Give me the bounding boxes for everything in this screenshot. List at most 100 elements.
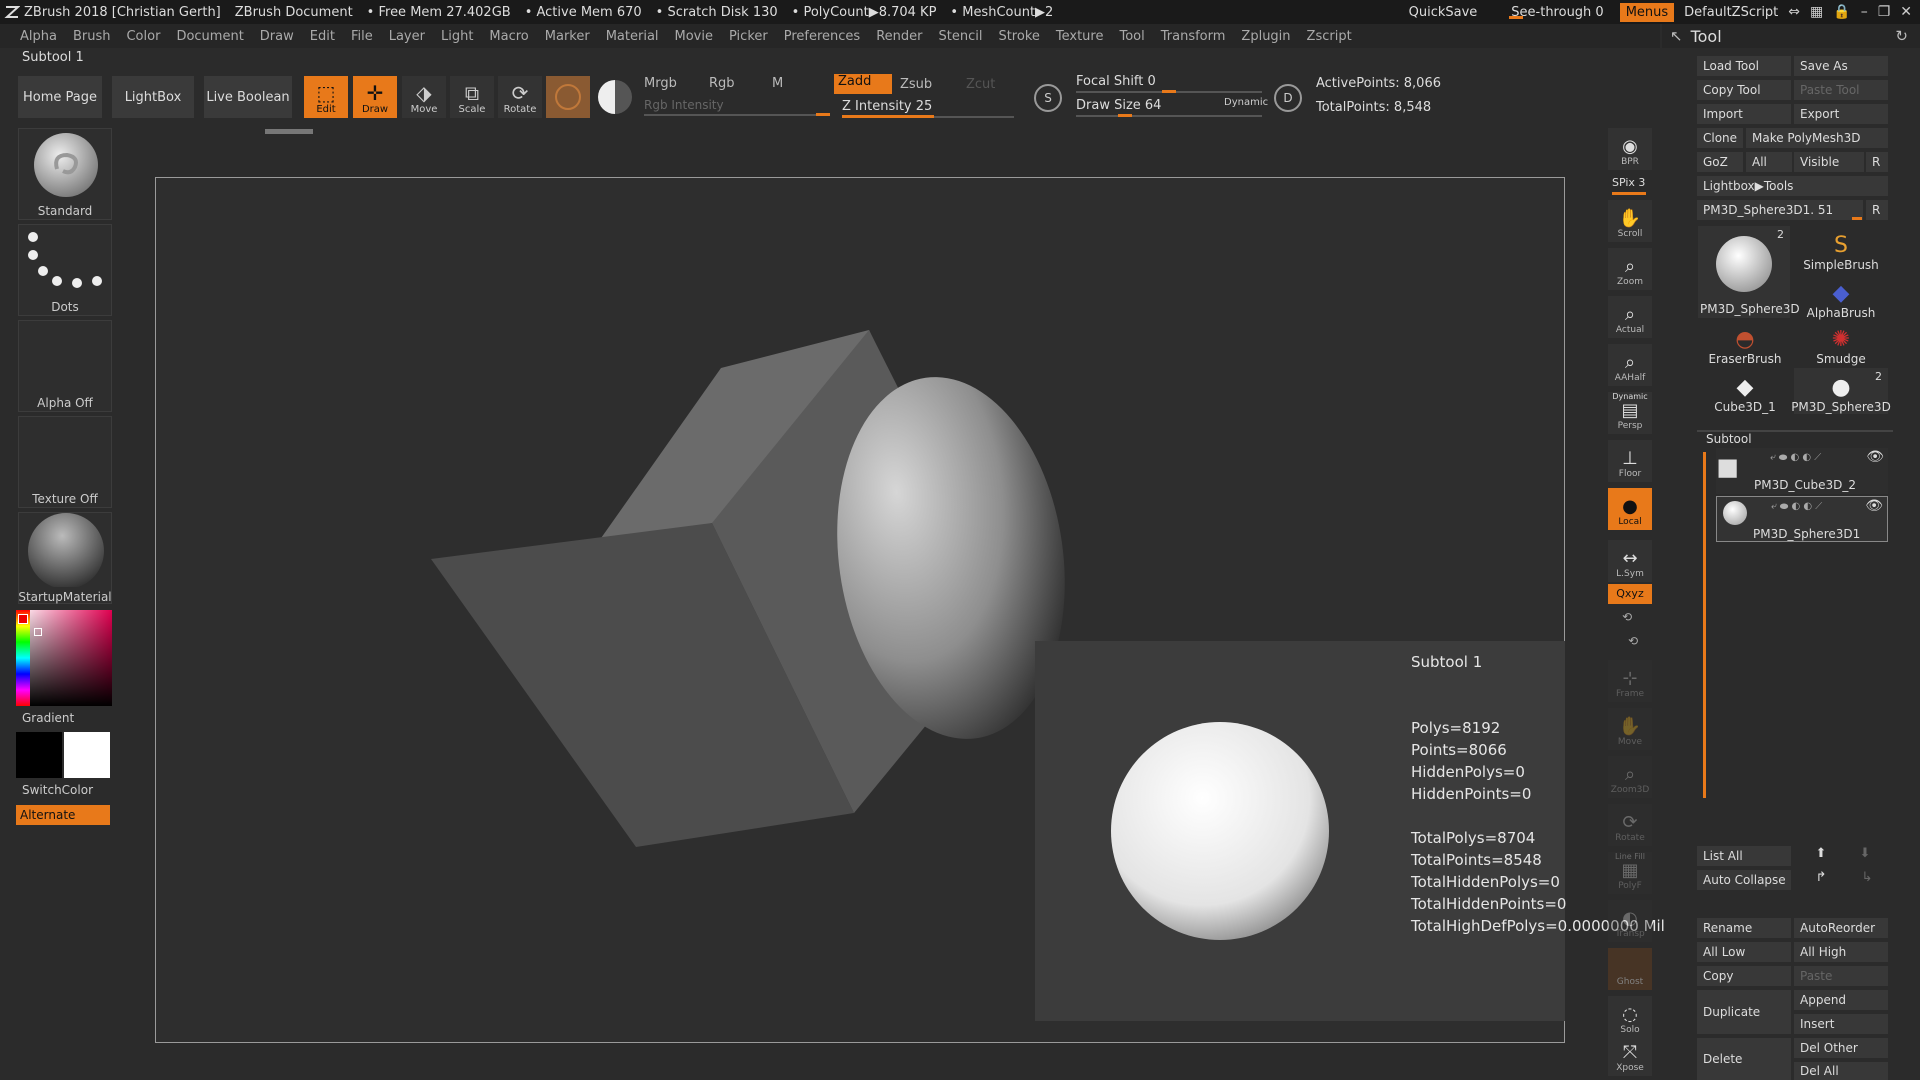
current-tool-r-button[interactable]: R	[1866, 200, 1888, 220]
clone-button[interactable]: Clone	[1697, 128, 1743, 148]
quicksave-button[interactable]: QuickSave	[1409, 5, 1478, 20]
actual-button[interactable]: ⌕ Actual	[1608, 296, 1652, 338]
insert-button[interactable]: Insert	[1794, 1014, 1888, 1034]
menu-texture[interactable]: Texture	[1056, 29, 1104, 44]
menu-preferences[interactable]: Preferences	[784, 29, 860, 44]
rgb-intensity-slider[interactable]: Rgb Intensity	[644, 98, 724, 112]
current-tool-slider[interactable]: PM3D_Sphere3D1. 51	[1697, 200, 1863, 220]
menu-picker[interactable]: Picker	[729, 29, 768, 44]
lsym-button[interactable]: ↔ L.Sym	[1608, 540, 1652, 582]
lock-icon[interactable]: 🔒	[1833, 4, 1850, 20]
tool-thumb-smudge[interactable]: ✺ Smudge	[1794, 320, 1888, 366]
polyf-button[interactable]: Line Fill ▦ PolyF	[1608, 852, 1652, 894]
menu-brush[interactable]: Brush	[73, 29, 111, 44]
menu-alpha[interactable]: Alpha	[20, 29, 57, 44]
alternate-button[interactable]: Alternate	[16, 805, 110, 825]
menu-material[interactable]: Material	[606, 29, 659, 44]
solo-button[interactable]: ◌ Solo	[1608, 996, 1652, 1038]
del-other-button[interactable]: Del Other	[1794, 1038, 1888, 1058]
current-tool-slider-thumb[interactable]	[1852, 217, 1862, 220]
minimize-icon[interactable]: –	[1861, 4, 1868, 20]
m-button[interactable]: M	[772, 76, 783, 91]
aahalf-button[interactable]: ⌕ AAHalf	[1608, 344, 1652, 386]
tool-palette-header[interactable]: ↖ Tool ↻	[1662, 24, 1920, 48]
menu-tool[interactable]: Tool	[1119, 29, 1144, 44]
subtool-row-toggles-icon[interactable]: ⤶ ⬬ ◐ ◐ ⟋	[1770, 452, 1821, 463]
menu-color[interactable]: Color	[126, 29, 160, 44]
menu-draw[interactable]: Draw	[260, 29, 294, 44]
delete-button[interactable]: Delete	[1697, 1038, 1791, 1080]
zadd-button[interactable]: Zadd	[834, 74, 892, 94]
zsub-button[interactable]: Zsub	[900, 77, 932, 92]
subtool-eye-icon[interactable]: 👁	[1866, 449, 1884, 465]
layout-icon[interactable]: ⇔	[1788, 4, 1800, 20]
rename-button[interactable]: Rename	[1697, 918, 1791, 938]
menu-edit[interactable]: Edit	[310, 29, 335, 44]
focal-shift-thumb[interactable]	[1162, 90, 1176, 93]
z-intensity-slider[interactable]: Z Intensity 25	[842, 99, 932, 114]
draw-size-slider[interactable]: Draw Size 64	[1076, 98, 1161, 113]
menu-stroke[interactable]: Stroke	[998, 29, 1039, 44]
lightbox-tools-button[interactable]: Lightbox▶Tools	[1697, 176, 1888, 196]
xpose-button[interactable]: ⤧ Xpose	[1608, 1036, 1652, 1076]
load-tool-button[interactable]: Load Tool	[1697, 56, 1791, 76]
color-picker-cursor[interactable]	[34, 628, 42, 636]
scale-mode-button[interactable]: ⧉ Scale	[450, 76, 494, 118]
lightbox-button[interactable]: LightBox	[112, 76, 194, 118]
copy-subtool-button[interactable]: Copy	[1697, 966, 1791, 986]
append-button[interactable]: Append	[1794, 990, 1888, 1010]
switchcolor-button[interactable]: SwitchColor	[18, 783, 112, 797]
menu-zscript[interactable]: Zscript	[1307, 29, 1352, 44]
draw-mode-button[interactable]: ✛ Draw	[353, 76, 397, 118]
floor-button[interactable]: ⊥ Floor	[1608, 440, 1652, 482]
all-low-button[interactable]: All Low	[1697, 942, 1791, 962]
paste-subtool-button[interactable]: Paste	[1794, 966, 1888, 986]
rotate-z-icon[interactable]: ⟲	[1628, 634, 1638, 648]
zcut-button[interactable]: Zcut	[966, 77, 995, 92]
menus-toggle[interactable]: Menus	[1619, 2, 1675, 22]
rotate-mode-button[interactable]: ⟳ Rotate	[498, 76, 542, 118]
subtool-row-cube[interactable]: ◼ ⤶ ⬬ ◐ ◐ ⟋ 👁 PM3D_Cube3D_2	[1716, 448, 1888, 494]
tool-thumb-sphere-2[interactable]: ● PM3D_Sphere3D 2	[1791, 368, 1891, 414]
save-as-button[interactable]: Save As	[1794, 56, 1888, 76]
tool-thumb-cube[interactable]: ◆ Cube3D_1	[1698, 368, 1792, 414]
zoom-button[interactable]: ⌕ Zoom	[1608, 248, 1652, 290]
menu-light[interactable]: Light	[441, 29, 473, 44]
persp-button[interactable]: Dynamic ▤ Persp	[1608, 392, 1652, 434]
secondary-color-swatch[interactable]	[16, 732, 62, 778]
goz-all-button[interactable]: All	[1746, 152, 1792, 172]
del-all-button[interactable]: Del All	[1794, 1062, 1888, 1080]
see-through-slider[interactable]: See-through 0	[1505, 5, 1609, 20]
palette-refresh-icon[interactable]: ↻	[1895, 27, 1908, 45]
import-button[interactable]: Import	[1697, 104, 1791, 124]
tool-thumb-alphabrush[interactable]: ◆ AlphaBrush	[1794, 274, 1888, 320]
subtool-row-toggles-icon[interactable]: ⤶ ⬬ ◐ ◐ ⟋	[1771, 501, 1822, 512]
mrgb-button[interactable]: Mrgb	[644, 76, 677, 91]
material-swatch-button[interactable]	[546, 76, 590, 118]
subtool-header[interactable]: Subtool	[1706, 432, 1752, 446]
local-button[interactable]: ● Local	[1608, 488, 1652, 530]
subtool-scrollbar[interactable]	[1703, 452, 1706, 798]
color-picker[interactable]	[16, 610, 112, 706]
canvas-scrollbar[interactable]	[265, 129, 313, 134]
menu-layer[interactable]: Layer	[389, 29, 425, 44]
goz-visible-button[interactable]: Visible	[1794, 152, 1864, 172]
move-view-button[interactable]: ✋ Move	[1608, 708, 1652, 750]
move-down-icon[interactable]: ⬇	[1854, 846, 1876, 866]
bpr-button[interactable]: ◉ BPR	[1608, 128, 1652, 170]
menu-marker[interactable]: Marker	[545, 29, 590, 44]
z-intensity-fill[interactable]	[842, 115, 934, 118]
subtool-row-sphere[interactable]: ⤶ ⬬ ◐ ◐ ⟋ 👁 PM3D_Sphere3D1	[1716, 496, 1888, 542]
rgb-button[interactable]: Rgb	[709, 76, 735, 91]
transp-button[interactable]: ◐ Transp	[1608, 900, 1652, 942]
focal-shift-icon[interactable]: S	[1034, 84, 1062, 112]
move-up-icon[interactable]: ⬆	[1810, 846, 1832, 866]
zoom3d-button[interactable]: ⌕ Zoom3D	[1608, 756, 1652, 798]
menu-zplugin[interactable]: Zplugin	[1241, 29, 1290, 44]
xyz-button[interactable]: Qxyz	[1608, 584, 1652, 604]
list-all-button[interactable]: List All	[1697, 846, 1791, 866]
tool-thumb-eraserbrush[interactable]: ◓ EraserBrush	[1698, 320, 1792, 366]
home-page-button[interactable]: Home Page	[18, 76, 102, 118]
tool-thumb-sphere[interactable]: 2 PM3D_Sphere3D	[1698, 226, 1800, 318]
edit-mode-button[interactable]: ⬚ Edit	[304, 76, 348, 118]
